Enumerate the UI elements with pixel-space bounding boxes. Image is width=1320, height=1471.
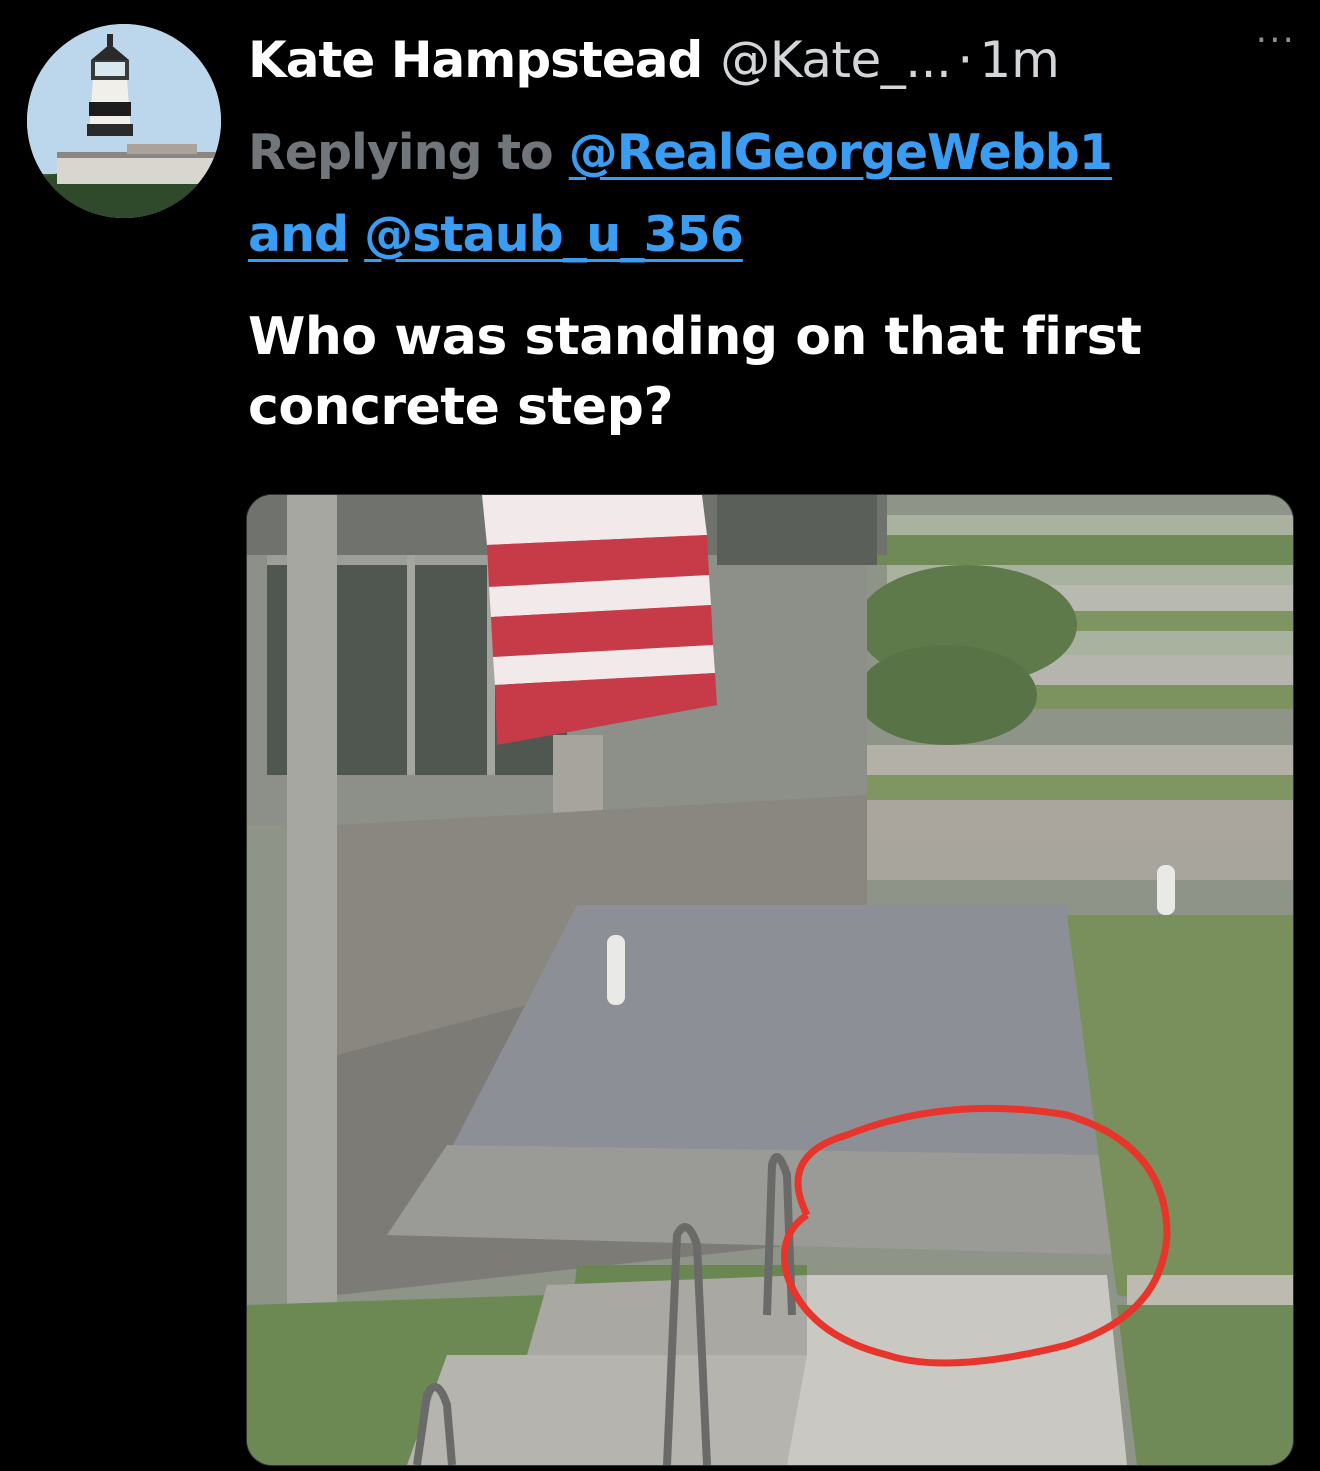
author-name[interactable]: Kate Hampstead xyxy=(248,31,703,89)
tweet-text: Who was standing on that first concrete … xyxy=(248,307,1142,437)
lighthouse-icon xyxy=(27,24,221,218)
more-options-icon[interactable]: ··· xyxy=(1256,20,1296,61)
author-avatar[interactable] xyxy=(27,24,221,218)
tweet-media-photo[interactable] xyxy=(246,494,1294,1466)
author-handle[interactable]: @Kate_... xyxy=(720,31,952,89)
timestamp[interactable]: 1m xyxy=(979,31,1060,89)
reply-mention-1[interactable]: @RealGeorgeWebb1 xyxy=(569,124,1113,181)
reply-joiner[interactable]: and xyxy=(248,206,349,263)
flag-graphic xyxy=(482,495,717,745)
tweet-header: Kate Hampstead @Kate_... · 1m xyxy=(248,20,1280,100)
reply-mention-2[interactable]: @staub_u_356 xyxy=(364,206,744,263)
separator-dot: · xyxy=(957,31,974,89)
photo-image xyxy=(247,495,1293,1465)
replying-to-line: Replying to @RealGeorgeWebb1 and @staub_… xyxy=(248,112,1298,276)
replying-to-label: Replying to xyxy=(248,124,554,181)
